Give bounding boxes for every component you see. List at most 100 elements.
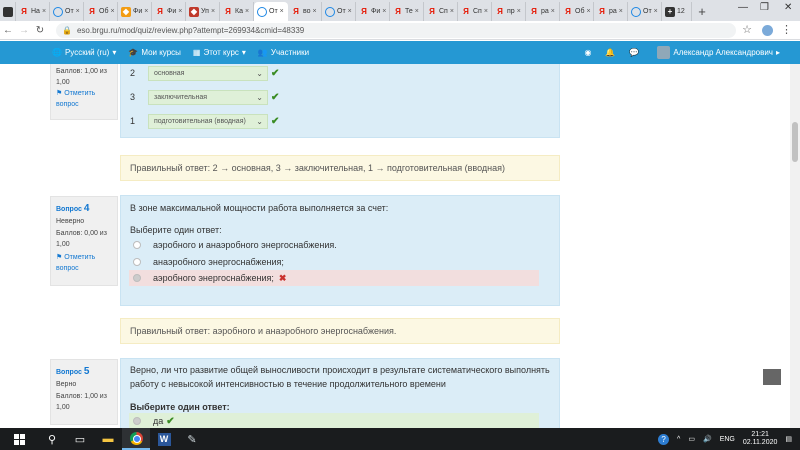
close-tab-icon[interactable]: ×: [313, 8, 317, 15]
browser-tab[interactable]: От ×: [254, 2, 288, 21]
match-select[interactable]: основная ⌄: [148, 65, 268, 81]
close-tab-icon[interactable]: ×: [619, 8, 623, 15]
match-select[interactable]: заключительная ⌄: [148, 89, 268, 105]
browser-tab[interactable]: Я Ка ×: [220, 2, 254, 21]
reload-icon[interactable]: ↻: [32, 25, 48, 36]
close-tab-icon[interactable]: ×: [42, 8, 46, 15]
url-field[interactable]: 🔒 eso.brgu.ru/mod/quiz/review.php?attemp…: [56, 23, 736, 38]
task-view-icon[interactable]: ▭: [66, 428, 94, 450]
close-tab-icon[interactable]: ×: [654, 8, 658, 15]
close-tab-icon[interactable]: ×: [76, 8, 80, 15]
browser-tab[interactable]: Япр ×: [492, 2, 526, 21]
tab-title: Фи: [167, 8, 177, 15]
browser-tab[interactable]: От ×: [628, 2, 662, 21]
flag-question-link[interactable]: ⚑ Отметить вопрос: [56, 253, 112, 275]
close-window-icon[interactable]: ✕: [784, 2, 792, 13]
help-icon[interactable]: ?: [658, 433, 670, 445]
participants-link[interactable]: 👥 Участники: [258, 48, 309, 57]
clock[interactable]: 21:21 02.11.2020: [743, 431, 778, 448]
browser-tab[interactable]: Я Сп ×: [458, 2, 492, 21]
close-tab-icon[interactable]: ×: [348, 8, 352, 15]
browser-tab[interactable]: Я Фи ×: [152, 2, 186, 21]
close-tab-icon[interactable]: ×: [144, 8, 148, 15]
radio-button[interactable]: [133, 258, 141, 266]
forward-icon[interactable]: →: [16, 25, 32, 36]
file-explorer-icon[interactable]: ▬: [94, 428, 122, 450]
close-tab-icon[interactable]: ×: [586, 8, 590, 15]
target-icon[interactable]: ◉: [584, 48, 591, 57]
scrollbar-thumb[interactable]: [792, 122, 798, 162]
close-tab-icon[interactable]: ×: [415, 8, 419, 15]
browser-tab[interactable]: От ×: [322, 2, 356, 21]
browser-tab[interactable]: Я Фи ×: [356, 2, 390, 21]
question-box-3: 2 основная ⌄ ✔ 3 заключительная ⌄ ✔ 1 подг…: [120, 64, 560, 138]
radio-button[interactable]: [133, 417, 141, 425]
close-tab-icon[interactable]: ×: [110, 8, 114, 15]
browser-tab[interactable]: Яра ×: [526, 2, 560, 21]
yandex-icon: Я: [293, 6, 299, 16]
bell-icon[interactable]: 🔔: [605, 48, 615, 57]
browser-tab[interactable]: Я Сп ×: [424, 2, 458, 21]
page-scrollbar[interactable]: [790, 64, 800, 428]
profile-avatar[interactable]: [762, 25, 773, 36]
close-tab-icon[interactable]: ×: [382, 8, 386, 15]
answer-option[interactable]: анаэробного энергоснабжения;: [129, 254, 539, 270]
browser-menu-icon[interactable]: ⋮: [781, 23, 792, 36]
browser-tab[interactable]: ◆ Фи ×: [118, 2, 152, 21]
chevron-up-icon[interactable]: ^: [677, 436, 680, 443]
paint-taskbar-icon[interactable]: ✎: [178, 428, 206, 450]
yandex-icon: Я: [21, 6, 27, 16]
language-menu[interactable]: 🌐 Русский (ru) ▾: [52, 48, 116, 57]
answer-option-selected[interactable]: да ✔: [129, 413, 539, 428]
browser-tab[interactable]: Я На ×: [16, 2, 50, 21]
moodle-icon: [631, 6, 641, 17]
volume-icon[interactable]: 🔊: [703, 435, 712, 443]
browser-tab[interactable]: Я Об ×: [84, 2, 118, 21]
bookmark-star-icon[interactable]: ☆: [742, 23, 752, 36]
yandex-icon: Я: [531, 6, 537, 16]
yandex-icon: Я: [89, 6, 95, 16]
browser-tab[interactable]: [0, 2, 16, 21]
back-icon[interactable]: ←: [0, 25, 16, 36]
close-tab-icon[interactable]: ×: [517, 8, 521, 15]
close-tab-icon[interactable]: ×: [551, 8, 555, 15]
browser-tab[interactable]: Я Об ×: [560, 2, 594, 21]
notifications-icon[interactable]: ▤: [785, 435, 792, 443]
close-tab-icon[interactable]: ×: [484, 8, 488, 15]
browser-tab[interactable]: Я Те ×: [390, 2, 424, 21]
network-icon[interactable]: ▭: [688, 435, 695, 443]
language-indicator[interactable]: ENG: [720, 436, 735, 443]
close-tab-icon[interactable]: ×: [280, 8, 284, 15]
search-icon[interactable]: ⚲: [38, 428, 66, 450]
browser-tab[interactable]: ◆ Уп ×: [186, 2, 220, 21]
close-tab-icon[interactable]: ×: [450, 8, 454, 15]
answer-option-selected[interactable]: аэробного энергоснабжения; ✖: [129, 270, 539, 286]
browser-tab[interactable]: Яра ×: [594, 2, 628, 21]
this-course-menu[interactable]: ▦ Этот курс ▾: [193, 48, 246, 57]
browser-tab[interactable]: От ×: [50, 2, 84, 21]
chat-icon[interactable]: 💬: [629, 48, 639, 57]
start-button[interactable]: [0, 428, 38, 450]
match-select[interactable]: подготовительная (вводная) ⌄: [148, 113, 268, 129]
lock-icon: 🔒: [62, 26, 72, 35]
minimize-icon[interactable]: —: [738, 2, 748, 13]
close-tab-icon[interactable]: ×: [178, 8, 182, 15]
chevron-down-icon: ⌄: [256, 116, 263, 126]
close-tab-icon[interactable]: ×: [211, 8, 215, 15]
radio-button[interactable]: [133, 274, 141, 282]
tab-title: пр: [507, 8, 515, 15]
maximize-icon[interactable]: ❐: [760, 2, 769, 13]
answer-option[interactable]: аэробного и анаэробного энергоснабжения.: [129, 237, 539, 253]
browser-tab[interactable]: Яво ×: [288, 2, 322, 21]
user-menu[interactable]: Александр Александрович ▸: [657, 46, 780, 59]
flag-question-link[interactable]: ⚑ Отметить вопрос: [56, 89, 112, 111]
new-tab-button[interactable]: +: [692, 2, 712, 21]
radio-button[interactable]: [133, 241, 141, 249]
check-icon: ✔: [271, 91, 280, 103]
browser-tab[interactable]: +12: [662, 2, 692, 21]
my-courses-menu[interactable]: 🎓 Мои курсы: [128, 48, 181, 57]
close-tab-icon[interactable]: ×: [245, 8, 249, 15]
chrome-taskbar-icon[interactable]: [122, 428, 150, 450]
word-taskbar-icon[interactable]: W: [150, 428, 178, 450]
scroll-to-top-button[interactable]: [763, 369, 781, 385]
